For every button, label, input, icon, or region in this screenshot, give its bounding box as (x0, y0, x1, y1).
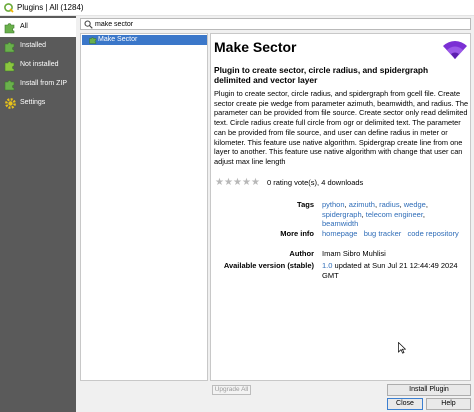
plugin-details: Make Sector Plugin to create sector, cir… (210, 33, 471, 381)
star-empty-icon: ★ (251, 177, 260, 188)
list-item-label: Make Sector (98, 36, 138, 43)
star-empty-icon: ★ (215, 177, 224, 188)
upgrade-all-button[interactable]: Upgrade All (212, 385, 251, 395)
sidebar-item-all[interactable]: All (0, 18, 76, 37)
zip-install-icon (4, 80, 15, 91)
search-box (80, 18, 471, 30)
tags-label: Tags (297, 200, 314, 209)
sidebar-item-label: All (20, 23, 28, 30)
more-info-links: homepage bug tracker code repository (322, 229, 462, 239)
rating-text: 0 rating vote(s), 4 downloads (267, 178, 364, 187)
more-info-label: More info (280, 229, 314, 238)
star-empty-icon: ★ (224, 177, 233, 188)
list-item[interactable]: Make Sector (82, 35, 207, 45)
plugin-title: Make Sector (214, 39, 297, 55)
tag-link[interactable]: wedge (404, 200, 426, 209)
tags-list: python, azimuth, radius, wedge, spidergr… (322, 200, 428, 228)
plugin-list: Make Sector (80, 33, 208, 381)
star-empty-icon: ★ (242, 177, 251, 188)
tag-link[interactable]: azimuth (349, 200, 375, 209)
code-repository-link[interactable]: code repository (408, 229, 459, 238)
bug-tracker-link[interactable]: bug tracker (364, 229, 402, 238)
search-input[interactable] (95, 19, 455, 29)
plugin-heading: Plugin to create sector, circle radius, … (214, 65, 429, 85)
gear-icon (5, 98, 16, 109)
star-empty-icon: ★ (233, 177, 242, 188)
plugin-description: Plugin to create sector, circle radius, … (214, 89, 469, 166)
puzzle-installed-icon (4, 42, 15, 53)
sidebar-item-settings[interactable]: Settings (0, 94, 76, 113)
window-title: Plugins | All (1284) (17, 3, 84, 12)
sidebar-item-label: Not installed (20, 61, 59, 68)
puzzle-all-icon (4, 23, 15, 34)
puzzle-not-installed-icon (4, 61, 15, 72)
version-link[interactable]: 1.0 (322, 261, 332, 270)
sidebar-item-not-installed[interactable]: Not installed (0, 56, 76, 75)
tag-link[interactable]: telecom engineer (366, 210, 423, 219)
tag-link[interactable]: python (322, 200, 345, 209)
qgis-logo-icon (4, 3, 14, 13)
sidebar: All Installed Not installed Install from… (0, 16, 76, 412)
install-plugin-button[interactable]: Install Plugin (387, 384, 471, 396)
help-button[interactable]: Help (426, 398, 471, 410)
homepage-link[interactable]: homepage (322, 229, 357, 238)
sidebar-item-install-from-zip[interactable]: Install from ZIP (0, 75, 76, 94)
author-label: Author (289, 249, 314, 258)
author-value: Imam Sibro Muhlisi (322, 249, 386, 258)
plugin-icon (89, 37, 97, 44)
sidebar-item-installed[interactable]: Installed (0, 37, 76, 56)
sidebar-item-label: Installed (20, 42, 47, 49)
mouse-cursor-icon (398, 342, 406, 354)
search-icon (84, 20, 93, 29)
tag-link[interactable]: spidergraph (322, 210, 362, 219)
close-button[interactable]: Close (387, 398, 423, 410)
rating-stars: ★★★★★ (215, 178, 260, 188)
plugin-logo-icon (443, 41, 467, 59)
tag-link[interactable]: radius (379, 200, 399, 209)
sidebar-item-label: Settings (20, 99, 46, 106)
tag-link[interactable]: beamwidth (322, 219, 358, 228)
version-updated-text: updated at Sun Jul 21 12:44:49 2024 GMT (322, 261, 458, 280)
sidebar-item-label: Install from ZIP (20, 80, 68, 87)
title-bar: Plugins | All (1284) (0, 0, 474, 16)
version-label: Available version (stable) (223, 261, 314, 270)
version-value: 1.0 updated at Sun Jul 21 12:44:49 2024 … (322, 261, 470, 280)
